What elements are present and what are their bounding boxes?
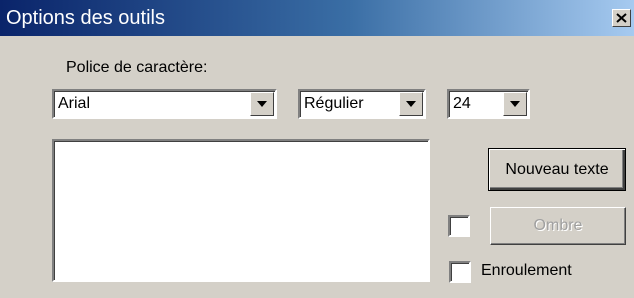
font-style-select[interactable]: Régulier (298, 89, 426, 119)
shadow-checkbox[interactable] (448, 215, 470, 237)
font-size-dropdown-button[interactable] (503, 92, 527, 116)
tool-options-dialog: Options des outils Police de caractère: … (0, 0, 634, 298)
text-input-area[interactable] (52, 139, 430, 282)
new-text-button[interactable]: Nouveau texte (488, 148, 626, 191)
font-family-select[interactable]: Arial (52, 89, 277, 119)
font-family-value: Arial (58, 95, 91, 112)
font-style-value: Régulier (304, 95, 364, 112)
font-size-select[interactable]: 24 (447, 89, 530, 119)
font-size-value: 24 (453, 95, 471, 112)
shadow-button: Ombre (490, 207, 626, 245)
chevron-down-icon (257, 101, 267, 107)
close-button[interactable] (612, 9, 631, 27)
window-title: Options des outils (6, 7, 165, 29)
font-style-dropdown-button[interactable] (399, 92, 423, 116)
wrap-checkbox[interactable] (449, 261, 471, 283)
close-icon (616, 13, 627, 23)
font-label: Police de caractère: (66, 59, 208, 76)
title-bar[interactable]: Options des outils (0, 0, 634, 36)
font-family-dropdown-button[interactable] (250, 92, 274, 116)
chevron-down-icon (510, 101, 520, 107)
wrap-label[interactable]: Enroulement (481, 261, 572, 281)
chevron-down-icon (406, 101, 416, 107)
